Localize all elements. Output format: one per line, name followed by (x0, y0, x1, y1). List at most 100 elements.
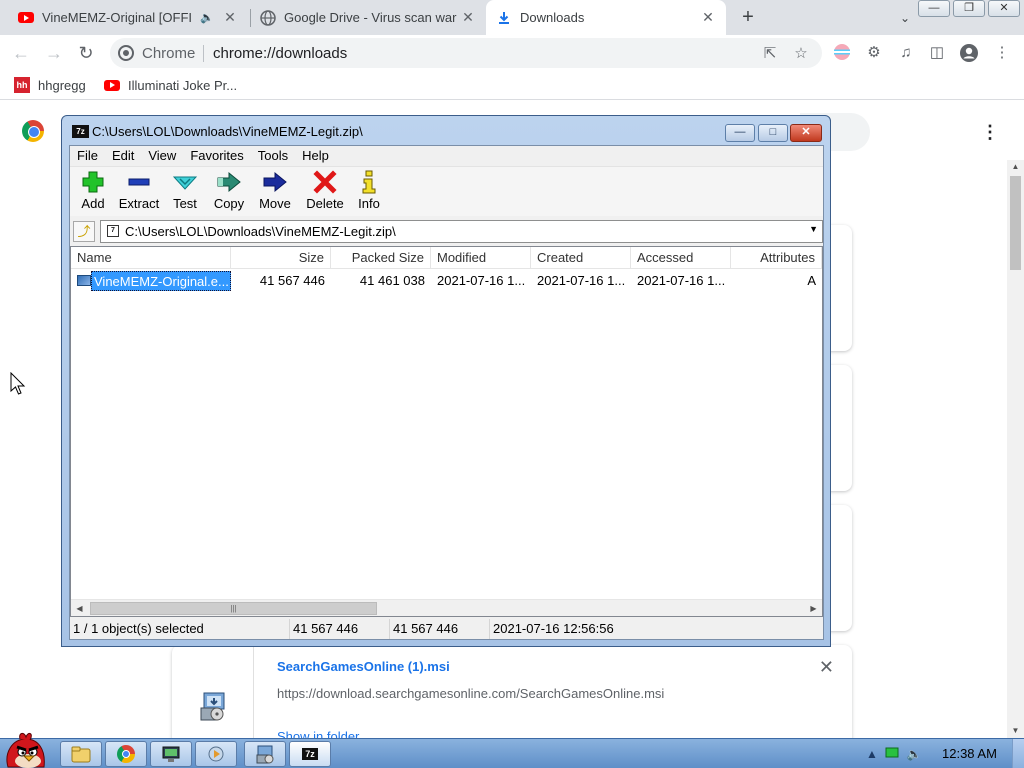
battery-icon[interactable] (884, 746, 900, 762)
delete-button[interactable]: Delete (304, 170, 346, 216)
share-icon[interactable]: ⇱ (761, 45, 779, 63)
url-text[interactable]: chrome://downloads (213, 45, 347, 62)
scroll-down-arrow-icon[interactable]: ▼ (1007, 724, 1024, 738)
media-player-icon (208, 746, 224, 762)
taskbar: 7z ▲ 🔈 12:38 AM (0, 732, 1024, 768)
new-tab-button[interactable]: + (736, 6, 760, 30)
table-row-packed-size: 41 461 038 (359, 273, 425, 288)
test-button[interactable]: Test (168, 170, 202, 216)
folder-up-icon[interactable]: ⤴ (73, 221, 95, 242)
tab-downloads[interactable]: Downloads ✕ (486, 0, 726, 35)
close-tab-icon[interactable]: ✕ (222, 9, 238, 26)
file-list[interactable]: Name Size Packed Size Modified Created A… (70, 246, 823, 617)
menu-edit[interactable]: Edit (105, 148, 141, 163)
extension-flag-icon[interactable] (832, 43, 852, 63)
tab-google-drive[interactable]: Google Drive - Virus scan war ✕ (250, 0, 486, 35)
table-row-name[interactable]: VineMEMZ-Original.e... (91, 271, 231, 291)
copy-arrow-icon (217, 171, 241, 193)
tab-title: Google Drive - Virus scan war (284, 10, 457, 25)
info-label: Info (358, 196, 380, 211)
show-desktop-button[interactable] (1012, 739, 1024, 768)
download-filename-link[interactable]: SearchGamesOnline (1).msi (277, 659, 450, 674)
bookmark-label: hhgregg (38, 77, 86, 93)
download-source-url[interactable]: https://download.searchgamesonline.com/S… (277, 686, 664, 701)
reload-icon[interactable]: ↻ (73, 40, 99, 66)
remove-download-icon[interactable]: ✕ (819, 657, 834, 678)
column-size[interactable]: Size (231, 247, 331, 269)
minimize-button[interactable]: — (725, 124, 755, 142)
tray-expand-icon[interactable]: ▲ (864, 746, 880, 762)
taskbar-clock[interactable]: 12:38 AM (942, 746, 997, 761)
downloads-menu-icon[interactable]: ⋮ (980, 120, 1000, 144)
scroll-up-arrow-icon[interactable]: ▲ (1007, 160, 1024, 174)
taskbar-chrome-button[interactable] (105, 741, 147, 767)
site-info-icon[interactable] (118, 45, 134, 61)
page-scrollbar[interactable]: ▲ ▼ (1007, 160, 1024, 738)
mouse-cursor-icon (10, 372, 26, 395)
column-accessed[interactable]: Accessed (631, 247, 731, 269)
move-button[interactable]: Move (256, 170, 294, 216)
close-tab-icon[interactable]: ✕ (460, 9, 476, 26)
dropdown-arrow-icon[interactable]: ▼ (809, 224, 818, 234)
menu-help[interactable]: Help (295, 148, 336, 163)
column-created[interactable]: Created (531, 247, 631, 269)
bookmark-label: Illuminati Joke Pr... (128, 77, 238, 93)
close-tab-icon[interactable]: ✕ (700, 9, 716, 26)
forward-arrow-icon[interactable]: → (41, 40, 67, 66)
scrollbar-thumb[interactable]: ||| (90, 602, 377, 615)
exe-file-icon (77, 275, 91, 286)
taskbar-installer-button[interactable] (244, 741, 286, 767)
copy-label: Copy (213, 196, 245, 211)
side-panel-icon[interactable]: ◫ (927, 43, 947, 63)
taskbar-7zip-button[interactable]: 7z (289, 741, 331, 767)
scrollbar-thumb[interactable] (1010, 176, 1021, 270)
tab-youtube[interactable]: VineMEMZ-Original [OFFI 🔈 ✕ (8, 0, 248, 35)
back-arrow-icon[interactable]: ← (8, 40, 34, 66)
column-modified[interactable]: Modified (431, 247, 531, 269)
menu-view[interactable]: View (141, 148, 183, 163)
tab-title: VineMEMZ-Original [OFFI (42, 10, 193, 25)
7zip-toolbar: Add Extract Test Copy Move Delete Info (70, 166, 823, 216)
chrome-menu-icon[interactable]: ⋮ (992, 43, 1012, 63)
menu-file[interactable]: File (70, 148, 105, 163)
7zip-logo-icon: 7z (72, 125, 89, 138)
path-text[interactable]: C:\Users\LOL\Downloads\VineMEMZ-Legit.zi… (125, 224, 396, 239)
file-list-header: Name Size Packed Size Modified Created A… (71, 247, 822, 269)
bookmark-hhgregg[interactable]: hh hhgregg (14, 76, 86, 94)
restore-button[interactable]: ❐ (953, 0, 985, 17)
column-name[interactable]: Name (71, 247, 231, 269)
column-packed-size[interactable]: Packed Size (331, 247, 431, 269)
media-control-icon[interactable]: ♫ (896, 43, 916, 63)
taskbar-explorer-button[interactable] (60, 741, 102, 767)
extensions-puzzle-icon[interactable]: ⚙ (864, 43, 884, 63)
menu-tools[interactable]: Tools (251, 148, 295, 163)
plus-icon (82, 171, 104, 193)
profile-avatar-icon[interactable] (959, 43, 979, 63)
chevron-down-icon[interactable]: ⌄ (894, 7, 916, 29)
horizontal-scrollbar[interactable]: ◀ ||| ▶ (71, 599, 822, 616)
taskbar-app-button[interactable] (150, 741, 192, 767)
test-label: Test (173, 196, 197, 211)
minimize-button[interactable]: — (918, 0, 950, 17)
bookmark-illuminati[interactable]: Illuminati Joke Pr... (104, 76, 237, 94)
address-bar[interactable]: Chrome chrome://downloads ⇱ ☆ (110, 38, 822, 68)
maximize-button[interactable]: □ (758, 124, 788, 142)
taskbar-app-button[interactable] (195, 741, 237, 767)
7zip-window-title: C:\Users\LOL\Downloads\VineMEMZ-Legit.zi… (92, 124, 363, 139)
copy-button[interactable]: Copy (212, 170, 246, 216)
info-button[interactable]: Info (354, 170, 384, 216)
extract-button[interactable]: Extract (118, 170, 160, 216)
close-window-button[interactable]: ✕ (988, 0, 1020, 17)
menu-favorites[interactable]: Favorites (183, 148, 250, 163)
volume-icon[interactable]: 🔈 (906, 746, 922, 762)
close-window-button[interactable]: ✕ (790, 124, 822, 142)
start-angry-bird-icon[interactable] (2, 731, 50, 768)
column-attributes[interactable]: Attributes (731, 247, 822, 269)
scroll-right-arrow-icon[interactable]: ▶ (805, 600, 822, 616)
download-icon-column (172, 645, 254, 745)
add-button[interactable]: Add (78, 170, 108, 216)
star-icon[interactable]: ☆ (792, 45, 810, 63)
audio-icon[interactable]: 🔈 (200, 11, 214, 24)
path-combobox[interactable]: 7 C:\Users\LOL\Downloads\VineMEMZ-Legit.… (100, 220, 823, 243)
scroll-left-arrow-icon[interactable]: ◀ (71, 600, 88, 616)
